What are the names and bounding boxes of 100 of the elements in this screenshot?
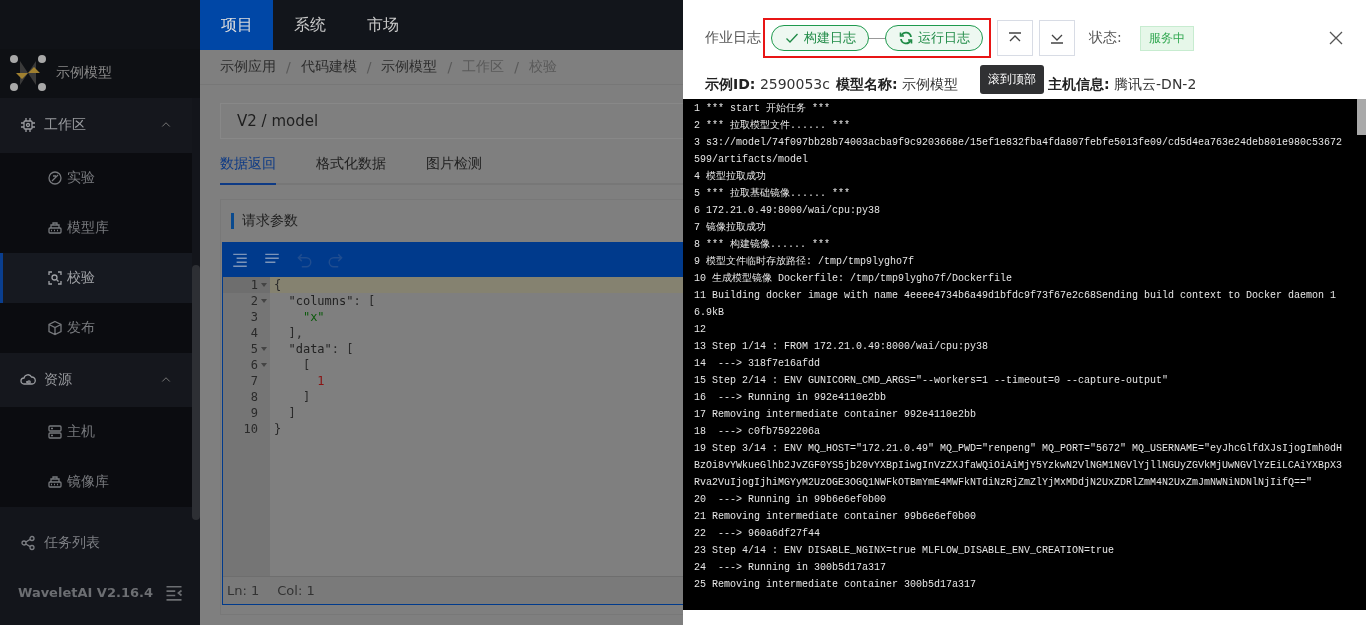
drawer-title: 作业日志 (705, 29, 761, 47)
log-line: 11 Building docker image with name 4eeee4734b6a49d1bfdc9f73f67e2c68Sending build context to Docker daemon 16.9kB (694, 289, 1338, 320)
breadcrumb-link[interactable]: 示例模型 (381, 58, 438, 76)
fold-caret-icon[interactable] (261, 347, 267, 351)
submenu-item[interactable]: 发布 (0, 302, 192, 353)
code-line: ] (287, 406, 296, 420)
breadcrumb-separator: / (286, 59, 291, 75)
server-icon (47, 424, 63, 441)
line-number: 7 (250, 374, 258, 388)
nav-tab[interactable]: 系统 (273, 0, 346, 50)
log-line: 9 模型文件临时存放路径: /tmp/tmp9lygho7f (694, 255, 916, 269)
log-line: 22 ---> 960a6df27f44 (694, 527, 822, 541)
submenu-item[interactable]: 模型库 (0, 202, 192, 253)
code-line: 1 (316, 374, 325, 388)
nav-tab[interactable]: 市场 (346, 0, 419, 50)
line-number: 3 (250, 310, 258, 324)
nodes-icon (20, 534, 36, 551)
log-line: 3 s3://model/74f097bb28b74003acba9f9c9203668e/15ef1e832fba4fda807febfe5013fe09/cd5d4ea763e24deb801e980c53672599/artifacts/model (694, 136, 1344, 167)
log-line: 13 Step 1/14 : FROM 172.21.0.49:8000/wai/cpu:py38 (694, 340, 990, 354)
log-line: 10 生成模型镜像 Dockerfile: /tmp/tmp9lygho7f/Dockerfile (694, 272, 1014, 286)
cursor-position: Ln: 1 (227, 583, 260, 598)
chip-icon (20, 117, 36, 134)
code-line: "x" (301, 310, 325, 324)
stack-icon (47, 474, 63, 491)
log-tab[interactable]: 构建日志 (771, 25, 869, 51)
fold-caret-icon[interactable] (261, 363, 267, 367)
log-line: 7 镜像拉取成功 (694, 220, 767, 235)
nav-tab[interactable]: 项目 (200, 0, 273, 50)
breadcrumb-link[interactable]: 示例应用 (220, 58, 276, 76)
tooltip: 滚到顶部 (980, 65, 1044, 94)
breadcrumb-separator: / (366, 59, 372, 75)
title-accent-bar (231, 213, 234, 229)
breadcrumb-separator: / (514, 59, 519, 75)
info-field: 示例ID: 2590053c (705, 76, 830, 94)
log-line: 25 Removing intermediate container 300b5d17a317 (694, 578, 978, 592)
submenu-item[interactable]: 校验 (0, 252, 192, 303)
code-line: ] (301, 390, 311, 404)
cursor-position: Col: 1 (277, 583, 315, 598)
line-number: 6 (250, 358, 258, 372)
submenu-item[interactable]: 主机 (0, 407, 192, 458)
code-line: "columns": [ (287, 294, 376, 308)
project-logo-icon (8, 53, 48, 94)
stack-icon (47, 219, 63, 236)
line-number: 1 (250, 278, 258, 292)
status-badge: 服务中 (1139, 25, 1194, 51)
log-line: 1 *** start 开始任务 *** (694, 102, 831, 116)
line-number: 5 (250, 342, 258, 356)
breadcrumb-link[interactable]: 代码建模 (300, 58, 357, 76)
content-tab[interactable]: 格式化数据 (316, 151, 386, 185)
line-number: 2 (250, 294, 258, 308)
code-line: [ (301, 358, 311, 372)
log-line: 17 Removing intermediate container 992e4110e2bb (694, 408, 978, 422)
menu-item[interactable]: 任务列表 (0, 515, 192, 571)
scrollbar-thumb[interactable] (1357, 99, 1366, 135)
version-label: WaveletAI V2.16.4 (18, 585, 153, 600)
code-line: ], (287, 326, 303, 340)
log-line: 2 *** 拉取模型文件...... *** (694, 119, 851, 133)
log-line: 20 ---> Running in 99b6e6ef0b00 (694, 493, 888, 507)
connector-line (869, 37, 885, 39)
log-line: 12 (694, 323, 707, 337)
info-field: 主机信息: 腾讯云-DN-2 (1048, 76, 1197, 94)
log-line: 5 *** 拉取基础镜像...... *** (694, 187, 851, 201)
line-number: 10 (243, 422, 258, 436)
content-tab[interactable]: 数据返回 (220, 151, 276, 185)
log-line: 15 Step 2/14 : ENV GUNICORN_CMD_ARGS="--workers=1 --timeout=0 --capture-output" (694, 374, 1170, 388)
submenu-item[interactable]: 实验 (0, 152, 192, 203)
refresh-icon (898, 30, 914, 46)
close-button[interactable] (1328, 30, 1344, 46)
log-tab[interactable]: 运行日志 (885, 25, 983, 51)
project-name[interactable]: 示例模型 (56, 64, 112, 83)
log-line: 4 模型拉取成功 (694, 169, 767, 184)
log-line: 6 172.21.0.49:8000/wai/cpu:py38 (694, 204, 882, 218)
scroll-bottom-button[interactable] (1039, 20, 1075, 56)
close-icon (1328, 30, 1344, 46)
log-line: 16 ---> Running in 992e4110e2bb (694, 391, 888, 405)
line-number: 9 (250, 406, 258, 420)
cloud-icon (20, 371, 36, 388)
code-line: "data": [ (287, 342, 354, 356)
log-line: 18 ---> c0fb7592206a (694, 425, 822, 439)
cube-icon (47, 319, 63, 336)
log-line: 19 Step 3/14 : ENV MQ_HOST="172.21.0.49" MQ_PWD="renpeng" MQ_PORT="5672" MQ_USERNAME="eyJhcGlfdXJsIjogImh0dHBzOi8vYWkueGlhb2JvZGF0YS5jb20vYXBpIiwgInVzZXJfaWQiOiAiMjY5YzkwN2VlNGM1NGVlYjllNGUyZGVkMjUwNGVlYzEiLCAiYXBpX3Rva2VuIjogIjhiMGYyM2UzOGE3OGQ1NWFkOTBmYmE4MWFkNTdiNzRjZmZlYjMxMDdjN2UxZDRlZmM4N2UxZmJmNWNiNDNlNjIifQ==" (694, 442, 1344, 490)
fold-caret-icon[interactable] (261, 299, 267, 303)
card-title: 请求参数 (242, 212, 298, 230)
code-line: { (274, 278, 282, 292)
scrollbar-thumb[interactable] (192, 265, 200, 520)
info-field: 模型名称: 示例模型 (835, 76, 958, 94)
log-line: 8 *** 构建镜像...... *** (694, 238, 831, 252)
log-line: 21 Removing intermediate container 99b6e6ef0b00 (694, 510, 978, 524)
breadcrumb-separator: / (447, 59, 453, 75)
line-number: 4 (250, 326, 258, 340)
submenu-item[interactable]: 镜像库 (0, 457, 192, 508)
scan-icon (47, 269, 63, 286)
log-line: 23 Step 4/14 : ENV DISABLE_NGINX=true MLFLOW_DISABLE_ENV_CREATION=true (694, 544, 1116, 558)
content-tab[interactable]: 图片检测 (426, 151, 482, 185)
log-line: 24 ---> Running in 300b5d17a317 (694, 561, 888, 575)
model-field[interactable]: V2 / model (220, 103, 683, 139)
code-editor[interactable]: 1 2 3 4 5 6 7 8 9 10 { "columns": [ "x" ], "data": [ [ 1 ] ] } Ln: 1 Col: 1 (222, 242, 683, 605)
line-number: 8 (250, 390, 258, 404)
code-line: } (274, 422, 282, 436)
log-line: 14 ---> 318f7e16afdd (694, 357, 822, 371)
